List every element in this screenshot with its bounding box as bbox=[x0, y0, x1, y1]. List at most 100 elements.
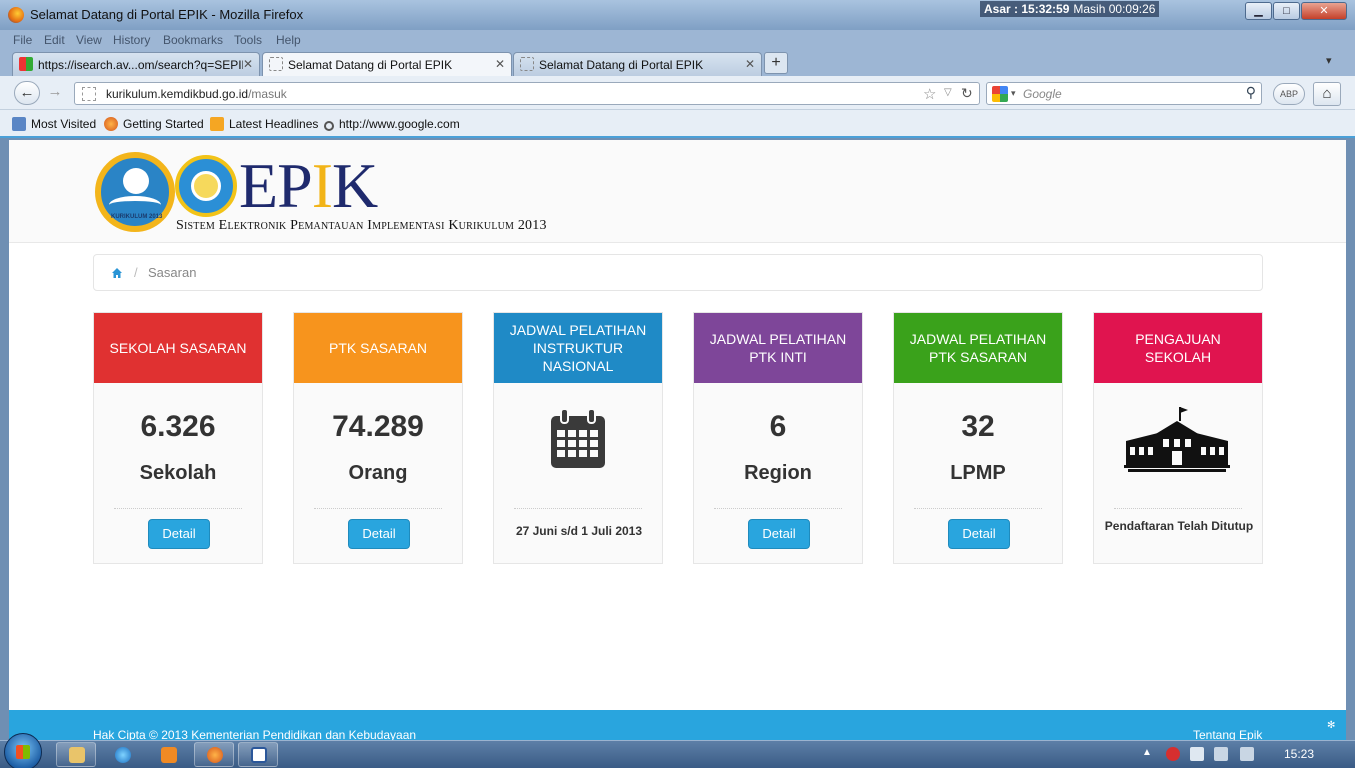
tab-bar: https://isearch.av...om/search?q=SEPIK ✕… bbox=[0, 50, 1355, 76]
menu-view[interactable]: View bbox=[76, 33, 102, 47]
search-placeholder[interactable]: Google bbox=[1023, 87, 1062, 101]
close-tab-icon[interactable]: ✕ bbox=[495, 57, 505, 71]
close-window-button[interactable]: ✕ bbox=[1301, 2, 1347, 20]
menu-history[interactable]: History bbox=[113, 33, 150, 47]
kurikulum-2013-logo[interactable]: KURIKULUM 2013 bbox=[95, 152, 175, 232]
search-icon[interactable]: ⚲ bbox=[1246, 84, 1256, 101]
start-button[interactable] bbox=[4, 733, 42, 768]
reload-icon[interactable]: ↻ bbox=[961, 85, 973, 102]
menu-tools[interactable]: Tools bbox=[234, 33, 262, 47]
url-text[interactable]: kurikulum.kemdikbud.go.id/masuk bbox=[106, 87, 287, 101]
forward-button[interactable]: → bbox=[42, 81, 68, 105]
url-domain: kurikulum.kemdikbud.go.id bbox=[106, 87, 249, 101]
back-button[interactable]: ← bbox=[14, 81, 40, 105]
card-unit: Orang bbox=[348, 462, 408, 484]
prayer-clock: Asar : 15:32:59 Masih 00:09:26 bbox=[980, 1, 1160, 17]
card-header: JADWAL PELATIHAN PTK INTI bbox=[694, 313, 862, 383]
google-engine-icon[interactable] bbox=[992, 86, 1008, 102]
card-header: SEKOLAH SASARAN bbox=[94, 313, 262, 383]
address-bar[interactable]: kurikulum.kemdikbud.go.id/masuk ☆ ▽ ↻ bbox=[74, 82, 980, 105]
tray-expand-icon[interactable]: ▲ bbox=[1142, 747, 1156, 761]
site-identity-icon[interactable] bbox=[82, 87, 96, 101]
detail-button[interactable]: Detail bbox=[148, 519, 210, 549]
site-footer: Hak Cipta © 2013 Kementerian Pendidikan … bbox=[9, 710, 1346, 740]
prayer-remaining: Masih 00:09:26 bbox=[1073, 2, 1156, 16]
search-bar[interactable]: ▾ Google ⚲ bbox=[986, 82, 1262, 105]
logo-emblem bbox=[191, 171, 221, 201]
close-tab-icon[interactable]: ✕ bbox=[243, 57, 253, 71]
window-titlebar: Selamat Datang di Portal EPIK - Mozilla … bbox=[0, 0, 1355, 30]
logo-i: I bbox=[311, 150, 333, 221]
engine-dropdown-icon[interactable]: ▾ bbox=[1011, 88, 1016, 99]
logo-ring-text: KURIKULUM 2013 bbox=[111, 214, 163, 220]
footer-copyright: Hak Cipta © 2013 Kementerian Pendidikan … bbox=[93, 728, 417, 740]
bookmark-getting-started[interactable]: Getting Started bbox=[104, 117, 204, 131]
footer-about-link[interactable]: Tentang Epik bbox=[1193, 728, 1262, 740]
card-header: JADWAL PELATIHAN PTK SASARAN bbox=[894, 313, 1062, 383]
card-value: 6.326 bbox=[140, 410, 216, 443]
minimize-button[interactable]: ▁ bbox=[1245, 2, 1272, 20]
tab-epik[interactable]: Selamat Datang di Portal EPIK ✕ bbox=[513, 52, 762, 76]
web-page: KURIKULUM 2013 EPIK Sistem Elektronik Pe… bbox=[9, 140, 1346, 740]
page-favicon-icon bbox=[520, 57, 534, 71]
bookmark-google[interactable]: http://www.google.com bbox=[324, 117, 460, 131]
card-unit: Region bbox=[744, 462, 812, 484]
card-header: PENGAJUAN SEKOLAH bbox=[1094, 313, 1262, 383]
card-note: 27 Juni s/d 1 Juli 2013 bbox=[515, 524, 643, 538]
new-tab-button[interactable]: + bbox=[764, 52, 788, 74]
volume-icon[interactable] bbox=[1240, 747, 1254, 761]
card-ptk-sasaran: PTK SASARAN 74.289 Orang Detail bbox=[293, 312, 463, 564]
close-tab-icon[interactable]: ✕ bbox=[745, 57, 755, 71]
menu-bar: File Edit View History Bookmarks Tools H… bbox=[0, 30, 1355, 50]
page-favicon-icon bbox=[269, 57, 283, 71]
detail-button[interactable]: Detail bbox=[948, 519, 1010, 549]
taskbar-clock[interactable]: 15:23 bbox=[1284, 747, 1314, 761]
school-building-icon bbox=[1124, 407, 1230, 472]
detail-button[interactable]: Detail bbox=[348, 519, 410, 549]
tab-search[interactable]: https://isearch.av...om/search?q=SEPIK ✕ bbox=[12, 52, 260, 76]
bookmark-star-icon[interactable]: ☆ bbox=[923, 85, 936, 103]
adblock-plus-icon[interactable]: ABP bbox=[1273, 83, 1305, 105]
menu-help[interactable]: Help bbox=[276, 33, 301, 47]
magnifier-icon bbox=[324, 121, 334, 131]
most-visited-icon bbox=[12, 117, 26, 131]
tab-list-icon[interactable]: ▾ bbox=[1326, 54, 1332, 67]
prayer-time: Asar : 15:32:59 bbox=[984, 2, 1070, 16]
logo-k: K bbox=[332, 150, 378, 221]
detail-button[interactable]: Detail bbox=[748, 519, 810, 549]
menu-bookmarks[interactable]: Bookmarks bbox=[163, 33, 223, 47]
taskbar-firefox[interactable] bbox=[194, 742, 234, 767]
menu-file[interactable]: File bbox=[13, 33, 32, 47]
firefox-icon bbox=[8, 7, 24, 23]
taskbar-media[interactable] bbox=[148, 742, 188, 767]
taskbar-ie[interactable] bbox=[102, 742, 142, 767]
bookmark-most-visited[interactable]: Most Visited bbox=[12, 117, 96, 131]
breadcrumb-current: Sasaran bbox=[148, 265, 197, 280]
logo-arc bbox=[109, 196, 161, 214]
card-header: PTK SASARAN bbox=[294, 313, 462, 383]
word-icon bbox=[251, 747, 267, 763]
site-header: KURIKULUM 2013 EPIK Sistem Elektronik Pe… bbox=[9, 140, 1346, 243]
card-divider bbox=[514, 508, 642, 509]
card-value: 6 bbox=[769, 410, 787, 443]
maximize-button[interactable]: □ bbox=[1273, 2, 1300, 20]
gear-icon[interactable]: ✻ bbox=[1327, 720, 1335, 731]
bookmark-label: Latest Headlines bbox=[229, 117, 319, 131]
google-favicon-icon bbox=[19, 57, 33, 71]
rss-feed-icon bbox=[210, 117, 224, 131]
epik-logo-text[interactable]: EPIK bbox=[239, 154, 378, 218]
antivirus-icon[interactable] bbox=[1166, 747, 1180, 761]
url-path: /masuk bbox=[248, 87, 287, 101]
tab-label: Selamat Datang di Portal EPIK bbox=[288, 58, 453, 72]
taskbar-explorer[interactable] bbox=[56, 742, 96, 767]
home-icon[interactable] bbox=[111, 267, 123, 279]
taskbar-word[interactable] bbox=[238, 742, 278, 767]
card-divider bbox=[914, 508, 1042, 509]
home-button[interactable]: ⌂ bbox=[1313, 82, 1341, 106]
network-icon[interactable] bbox=[1214, 747, 1228, 761]
tab-epik-active[interactable]: Selamat Datang di Portal EPIK ✕ bbox=[262, 52, 512, 76]
bookmark-latest-headlines[interactable]: Latest Headlines bbox=[210, 117, 318, 131]
history-dropdown-icon[interactable]: ▽ bbox=[944, 87, 952, 98]
menu-edit[interactable]: Edit bbox=[44, 33, 65, 47]
action-center-icon[interactable] bbox=[1190, 747, 1204, 761]
